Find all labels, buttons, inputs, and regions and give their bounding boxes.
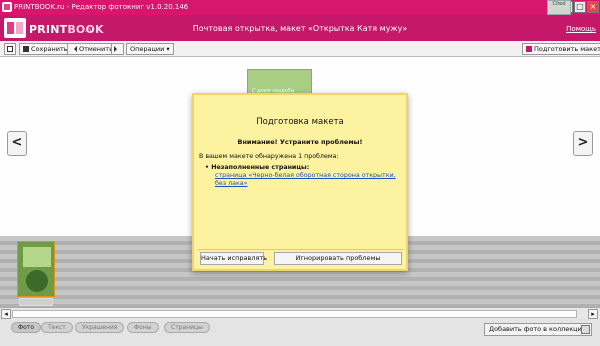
tab-decorations[interactable]: Украшения: [75, 322, 125, 333]
app-header: PRINTBOOK .ru Почтовая открытка, макет «…: [0, 15, 600, 41]
new-document-icon: [7, 46, 13, 52]
problem-summary: В вашем макете обнаружена 1 проблема:: [199, 153, 339, 160]
prepare-icon: [526, 46, 532, 52]
settings-icon[interactable]: [581, 325, 590, 334]
undo-icon: [71, 46, 77, 52]
ignore-problems-button[interactable]: Игнорировать проблемы: [274, 252, 402, 265]
help-link[interactable]: Помощь: [566, 25, 596, 33]
scroll-right-arrow[interactable]: ▸: [588, 309, 598, 319]
window-title: PRINTBOOK.ru - Редактор фотокниг v1.0.20…: [14, 3, 189, 11]
dialog-title: Подготовка макета: [256, 117, 344, 127]
photo-thumbnail-placeholder[interactable]: [19, 298, 53, 306]
dialog-divider: [198, 249, 403, 250]
problem-heading: • Незаполненные страницы:: [205, 164, 310, 171]
scroll-left-arrow[interactable]: ◂: [1, 309, 11, 319]
prepare-layout-dialog: Подготовка макета Внимание! Устраните пр…: [192, 93, 408, 271]
scroll-thumb[interactable]: [12, 310, 577, 318]
photo-thumbnail[interactable]: [17, 241, 55, 297]
close-button[interactable]: ×: [587, 1, 599, 13]
undo-button[interactable]: Отменить: [67, 43, 117, 55]
problem-link[interactable]: страница «Черно-белая оборотная сторона …: [215, 172, 404, 188]
bottom-bar: Фото Текст Украшения Фоны Страницы Добав…: [0, 319, 600, 346]
window-title-bar: PRINTBOOK.ru - Редактор фотокниг v1.0.20…: [0, 0, 600, 15]
add-photo-button[interactable]: Добавить фото в коллекцию: [484, 323, 593, 336]
prev-page-button[interactable]: <: [7, 131, 27, 156]
overlay-logo: Cited: [547, 0, 571, 15]
maximize-button[interactable]: □: [574, 1, 586, 13]
floppy-icon: [23, 46, 29, 52]
tab-backgrounds[interactable]: Фоны: [127, 322, 159, 333]
save-button[interactable]: Сохранить: [19, 43, 72, 55]
prepare-layout-button[interactable]: Подготовить макет: [522, 43, 600, 55]
tab-text[interactable]: Текст: [41, 322, 73, 333]
document-title: Почтовая открытка, макет «Открытка Катя …: [192, 24, 408, 33]
dialog-body: В вашем макете обнаружена 1 проблема: • …: [199, 153, 404, 188]
strip-scrollbar[interactable]: ◂ ▸: [0, 307, 600, 319]
start-fixing-button[interactable]: Начать исправлять: [200, 252, 267, 265]
app-icon: [2, 2, 12, 12]
redo-icon: [114, 46, 120, 52]
next-page-button[interactable]: >: [573, 131, 593, 156]
new-document-button[interactable]: [4, 43, 16, 55]
tab-photo[interactable]: Фото: [11, 322, 42, 333]
operations-button[interactable]: Операции ▾: [126, 43, 174, 55]
dialog-warning: Внимание! Устраните проблемы!: [237, 138, 363, 146]
toolbar: Сохранить Отменить Операции ▾ Подготовит…: [0, 41, 600, 57]
problem-list: • Незаполненные страницы: страница «Черн…: [205, 164, 404, 188]
tab-pages[interactable]: Страницы: [164, 322, 210, 333]
redo-button[interactable]: [111, 43, 124, 55]
